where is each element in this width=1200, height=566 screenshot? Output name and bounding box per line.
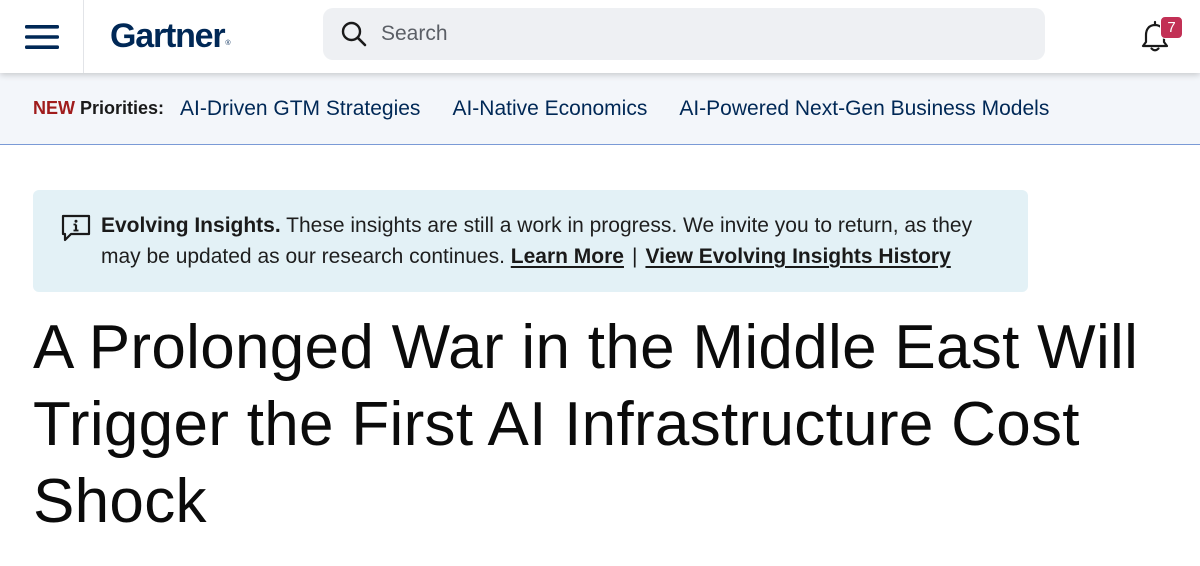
hamburger-menu-icon [24,24,59,49]
gartner-logo[interactable]: Gartner ® [110,14,231,58]
priorities-bar: NEW Priorities: AI-Driven GTM Strategies… [0,73,1200,145]
new-label: NEW [33,98,75,118]
insights-heading: Evolving Insights. [101,214,281,237]
view-insights-history-link[interactable]: View Evolving Insights History [645,245,950,268]
search-icon [341,21,367,47]
hamburger-menu-button[interactable] [0,0,84,73]
notification-count-badge[interactable]: 7 [1160,16,1183,39]
priorities-label: Priorities: [80,98,165,118]
priority-link-ai-driven-gtm[interactable]: AI-Driven GTM Strategies [180,97,420,121]
insights-text: Evolving Insights. These insights are st… [101,210,1011,272]
priority-link-ai-powered-business-models[interactable]: AI-Powered Next-Gen Business Models [679,97,1049,121]
info-comment-icon [61,214,91,242]
search-input[interactable] [381,14,1021,54]
article-title: A Prolonged War in the Middle East Will … [33,313,1139,536]
learn-more-link[interactable]: Learn More [511,245,624,268]
priority-link-ai-native-economics[interactable]: AI-Native Economics [452,97,647,121]
evolving-insights-notice: Evolving Insights. These insights are st… [33,190,1028,292]
registered-mark: ® [225,39,231,47]
link-separator: | [631,245,638,268]
top-header: Gartner® 7 [0,0,1200,73]
logo-text: Gartner [110,16,226,55]
search-bar[interactable] [323,8,1045,60]
